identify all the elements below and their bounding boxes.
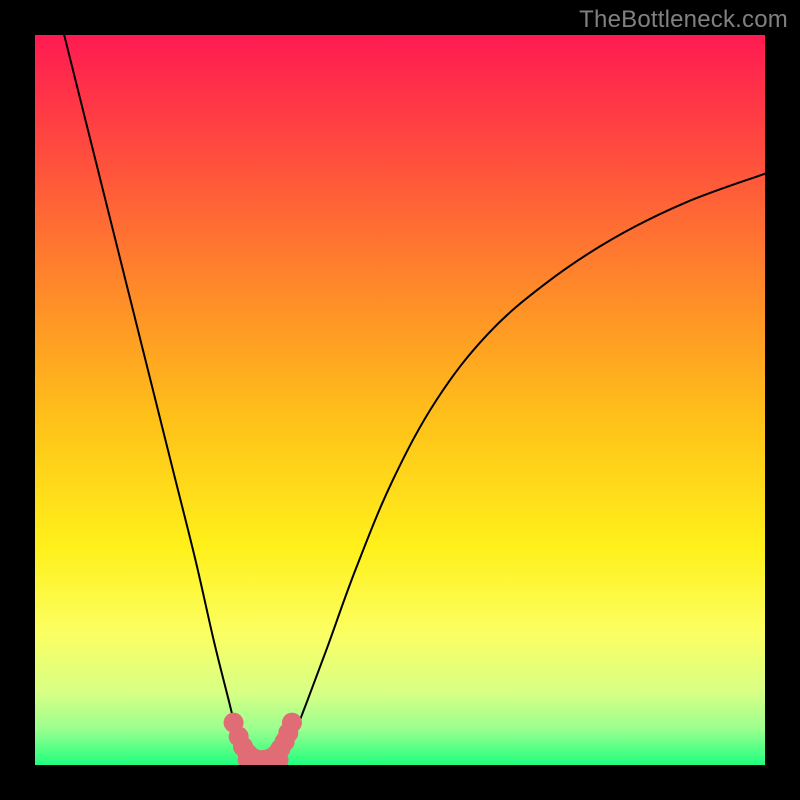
chart-plot-area (35, 35, 765, 765)
chart-background (35, 35, 765, 765)
chart-frame: TheBottleneck.com (0, 0, 800, 800)
attribution-text: TheBottleneck.com (579, 6, 788, 34)
chart-svg (35, 35, 765, 765)
series-highlight-point (282, 713, 302, 733)
